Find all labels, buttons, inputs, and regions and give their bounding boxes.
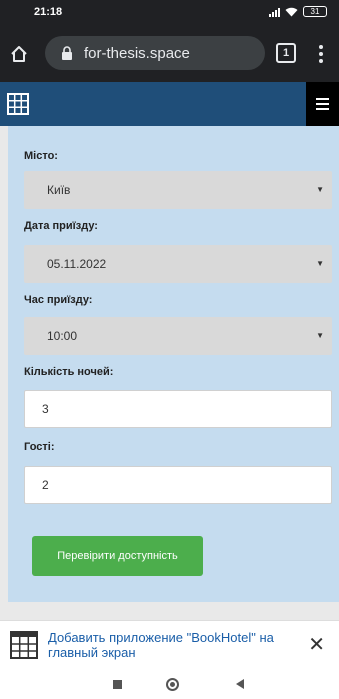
recents-icon[interactable] — [113, 680, 122, 689]
check-availability-button[interactable]: Перевірити доступність — [32, 536, 203, 576]
signal-icon — [269, 7, 280, 17]
nights-label: Кількість ночей: — [24, 366, 114, 378]
url-text: for-thesis.space — [84, 44, 190, 62]
tab-switcher-button[interactable]: 1 — [276, 43, 296, 63]
booking-form: Місто: Київ ▼ Дата приїзду: 05.11.2022 ▼… — [8, 126, 339, 602]
chevron-down-icon: ▼ — [316, 185, 324, 194]
app-grid-icon — [10, 631, 38, 659]
city-value: Київ — [47, 183, 71, 197]
hamburger-icon[interactable] — [306, 82, 339, 126]
address-bar[interactable]: for-thesis.space — [45, 36, 265, 70]
back-icon[interactable] — [236, 679, 244, 689]
status-icons: 31 — [269, 6, 327, 17]
grid-icon[interactable] — [6, 92, 30, 116]
status-bar: 21:18 31 — [0, 0, 339, 26]
arrival-time-select[interactable]: 10:00 ▼ — [24, 317, 332, 355]
browser-menu-button[interactable] — [316, 41, 326, 67]
system-navigation-bar — [0, 670, 339, 699]
install-app-banner: Добавить приложение "BookHotel" на главн… — [0, 620, 339, 670]
guests-label: Гості: — [24, 441, 55, 453]
city-select[interactable]: Київ ▼ — [24, 171, 332, 209]
arrival-date-select[interactable]: 05.11.2022 ▼ — [24, 245, 332, 283]
guests-input[interactable]: 2 — [24, 466, 332, 504]
close-icon[interactable]: ✕ — [308, 631, 325, 659]
arrival-time-value: 10:00 — [47, 329, 78, 343]
arrival-date-label: Дата приїзду: — [24, 220, 98, 232]
city-label: Місто: — [24, 150, 58, 162]
chevron-down-icon: ▼ — [316, 259, 324, 268]
home-circle-icon[interactable] — [166, 678, 179, 691]
chevron-down-icon: ▼ — [316, 331, 324, 340]
site-navbar — [0, 82, 339, 126]
wifi-icon — [285, 7, 298, 17]
home-button[interactable] — [5, 40, 33, 68]
arrival-time-label: Час приїзду: — [24, 294, 93, 306]
install-banner-link[interactable]: Добавить приложение "BookHotel" на главн… — [48, 630, 296, 660]
status-time: 21:18 — [34, 6, 63, 18]
browser-toolbar: for-thesis.space 1 — [0, 26, 339, 82]
nights-input[interactable]: 3 — [24, 390, 332, 428]
lock-icon — [62, 46, 72, 60]
battery-level: 31 — [310, 7, 320, 16]
battery-icon: 31 — [303, 6, 327, 17]
home-icon — [11, 46, 27, 62]
arrival-date-value: 05.11.2022 — [47, 257, 107, 271]
